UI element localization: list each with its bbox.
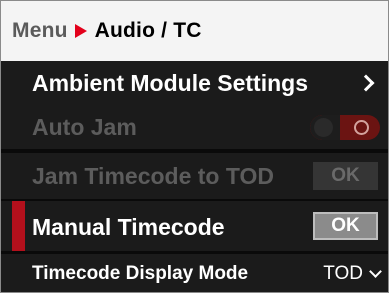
menu-item-manual-timecode[interactable]: Manual Timecode OK bbox=[1, 201, 388, 253]
menu-item-ambient-module-settings[interactable]: Ambient Module Settings bbox=[1, 61, 388, 105]
menu-item-timecode-display-mode[interactable]: Timecode Display Mode TOD bbox=[1, 253, 388, 292]
timecode-display-mode-select[interactable]: TOD bbox=[323, 253, 382, 292]
auto-jam-toggle bbox=[310, 115, 380, 140]
menu-panel: Menu Audio / TC Ambient Module Settings … bbox=[0, 0, 389, 293]
manual-timecode-ok-button[interactable]: OK bbox=[313, 212, 378, 240]
breadcrumb: Menu Audio / TC bbox=[1, 1, 388, 61]
dropdown-value: TOD bbox=[323, 262, 363, 284]
breadcrumb-root[interactable]: Menu bbox=[12, 19, 68, 43]
chevron-down-icon bbox=[369, 264, 382, 278]
breadcrumb-current: Audio / TC bbox=[94, 19, 202, 42]
menu-item-jam-timecode-to-tod: Jam Timecode to TOD OK bbox=[1, 153, 388, 199]
toggle-on-indicator-icon bbox=[354, 120, 369, 135]
menu-item-auto-jam: Auto Jam bbox=[1, 105, 388, 149]
jam-timecode-ok-button: OK bbox=[313, 162, 378, 190]
breadcrumb-separator-icon bbox=[74, 24, 87, 38]
toggle-knob bbox=[314, 118, 333, 137]
menu-item-label: Ambient Module Settings bbox=[32, 69, 308, 96]
